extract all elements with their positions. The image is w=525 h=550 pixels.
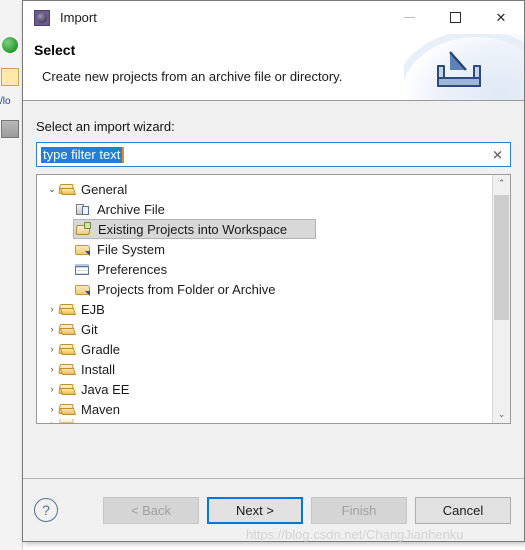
title-bar: Import ✕ [23, 1, 524, 34]
archive-icon [75, 202, 91, 217]
wizard-header: Select Create new projects from an archi… [23, 34, 524, 101]
window-controls: ✕ [386, 1, 524, 34]
folder-arrow-icon [75, 242, 91, 257]
tree-item-maven[interactable]: › Maven [37, 399, 492, 419]
folder-arrow-icon [75, 282, 91, 297]
tree-item-label: General [81, 181, 128, 197]
chevron-down-icon[interactable]: ⌄ [45, 184, 59, 195]
tree-item-label: EJB [81, 301, 105, 317]
import-tray-arrow-icon [437, 51, 481, 87]
folder-open-icon [59, 322, 75, 337]
finish-button: Finish [311, 496, 407, 524]
tree-item-label: Existing Projects into Workspace [98, 221, 288, 237]
wizard-tree-list: ⌄ General Archive File Existing Projects in… [37, 175, 492, 423]
proj-import-icon [76, 221, 92, 237]
minimize-button[interactable] [386, 1, 432, 34]
chevron-right-icon[interactable]: › [45, 419, 59, 423]
header-artwork [404, 34, 524, 100]
prefs-icon [75, 262, 91, 277]
chevron-right-icon[interactable]: › [45, 384, 59, 394]
filter-input[interactable]: type filter text ✕ [36, 142, 511, 167]
folder-open-icon [59, 419, 75, 423]
tree-item-existing-projects-into-workspace[interactable]: Existing Projects into Workspace [73, 219, 316, 239]
chevron-right-icon[interactable]: › [45, 344, 59, 354]
scroll-thumb[interactable] [494, 195, 509, 320]
tree-item-git[interactable]: › Git [37, 319, 492, 339]
tree-item-label: Install [81, 361, 115, 377]
folder-open-icon [59, 302, 75, 317]
tree-item-label: Git [81, 321, 98, 337]
tree-item-label: Archive File [97, 201, 165, 217]
footer-buttons: < Back Next > Finish Cancel [103, 496, 511, 524]
chevron-right-icon[interactable]: › [45, 304, 59, 314]
desktop-label-partial: /lo [0, 96, 11, 107]
folder-open-icon [59, 382, 75, 397]
next-button[interactable]: Next > [207, 496, 303, 524]
tree-item-java-ee[interactable]: › Java EE [37, 379, 492, 399]
desktop-icon-gray [1, 120, 19, 138]
tree-item-label: Java EE [81, 381, 130, 397]
tree-item-gradle[interactable]: › Gradle [37, 339, 492, 359]
tree-item-label: File System [97, 241, 165, 257]
tree-item-preferences[interactable]: Preferences [37, 259, 492, 279]
import-dialog: Import ✕ Select Create new projects from… [22, 0, 525, 542]
folder-open-icon [59, 182, 75, 197]
folder-open-icon [59, 402, 75, 417]
eclipse-gear-icon [34, 9, 50, 26]
chevron-right-icon[interactable]: › [45, 364, 59, 374]
dialog-body: Select an import wizard: type filter tex… [23, 101, 524, 478]
tree-item-general[interactable]: ⌄ General [37, 179, 492, 199]
scroll-up-icon[interactable]: ⌃ [493, 175, 510, 192]
tree-item-archive-file[interactable]: Archive File [37, 199, 492, 219]
scroll-down-icon[interactable]: ⌄ [493, 406, 510, 423]
maximize-icon [449, 12, 461, 23]
window-title: Import [60, 10, 97, 25]
screenshot-root: /lo Import ✕ Select Create new projects … [0, 0, 525, 550]
desktop-background: /lo [0, 0, 23, 550]
page-title: Select [34, 42, 76, 58]
close-button[interactable]: ✕ [478, 1, 524, 34]
help-icon[interactable]: ? [34, 498, 58, 522]
back-button: < Back [103, 496, 199, 524]
tree-item-install[interactable]: › Install [37, 359, 492, 379]
wizard-tree[interactable]: ⌄ General Archive File Existing Projects in… [36, 174, 511, 424]
page-description: Create new projects from an archive file… [42, 69, 343, 84]
chevron-right-icon[interactable]: › [45, 404, 59, 414]
tree-item-ejb[interactable]: › EJB [37, 299, 492, 319]
folder-open-icon [59, 342, 75, 357]
tree-item-file-system[interactable]: File System [37, 239, 492, 259]
filter-input-value: type filter text [41, 146, 125, 163]
cancel-button[interactable]: Cancel [415, 496, 511, 524]
desktop-icon-green [1, 36, 19, 54]
filter-field-label: Select an import wizard: [36, 119, 175, 134]
tree-item-projects-from-folder-or-archive[interactable]: Projects from Folder or Archive [37, 279, 492, 299]
chevron-right-icon[interactable]: › [45, 324, 59, 334]
maximize-button[interactable] [432, 1, 478, 34]
folder-open-icon [59, 362, 75, 377]
tree-item-clipped[interactable]: › [37, 419, 492, 423]
tree-scrollbar[interactable]: ⌃ ⌄ [492, 175, 510, 423]
tree-item-label: Projects from Folder or Archive [97, 281, 276, 297]
minimize-icon [403, 17, 415, 18]
tree-item-label: Maven [81, 401, 121, 417]
clear-icon[interactable]: ✕ [492, 148, 503, 161]
tree-item-label: Gradle [81, 341, 121, 357]
tree-item-label: Preferences [97, 261, 168, 277]
dialog-footer: ? < Back Next > Finish Cancel [23, 478, 524, 541]
desktop-icon-folder [1, 68, 19, 86]
